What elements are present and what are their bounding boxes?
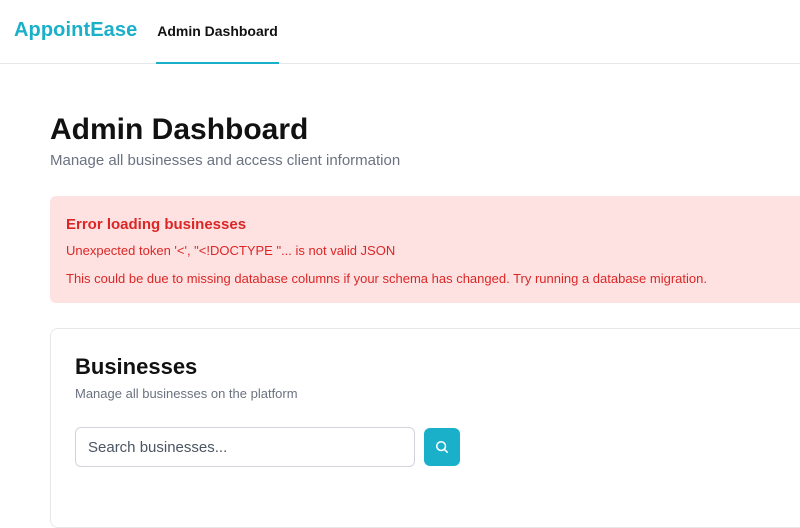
top-navbar: AppointEase Admin Dashboard — [0, 0, 800, 64]
error-title: Error loading businesses — [66, 216, 247, 233]
error-message: Unexpected token '<', "<!DOCTYPE "... is… — [66, 243, 396, 258]
businesses-card: Businesses Manage all businesses on the … — [50, 328, 800, 528]
error-alert: Error loading businesses Unexpected toke… — [50, 196, 800, 303]
brand-logo[interactable]: AppointEase — [14, 19, 137, 42]
page-title: Admin Dashboard — [50, 113, 309, 146]
card-subtitle: Manage all businesses on the platform — [75, 386, 298, 401]
page-subtitle: Manage all businesses and access client … — [50, 152, 401, 169]
error-hint: This could be due to missing database co… — [66, 271, 707, 286]
search-icon — [435, 440, 449, 454]
search-button[interactable] — [424, 428, 460, 466]
search-input[interactable] — [75, 427, 415, 467]
card-title: Businesses — [75, 354, 198, 379]
tab-admin-dashboard[interactable]: Admin Dashboard — [156, 0, 279, 64]
